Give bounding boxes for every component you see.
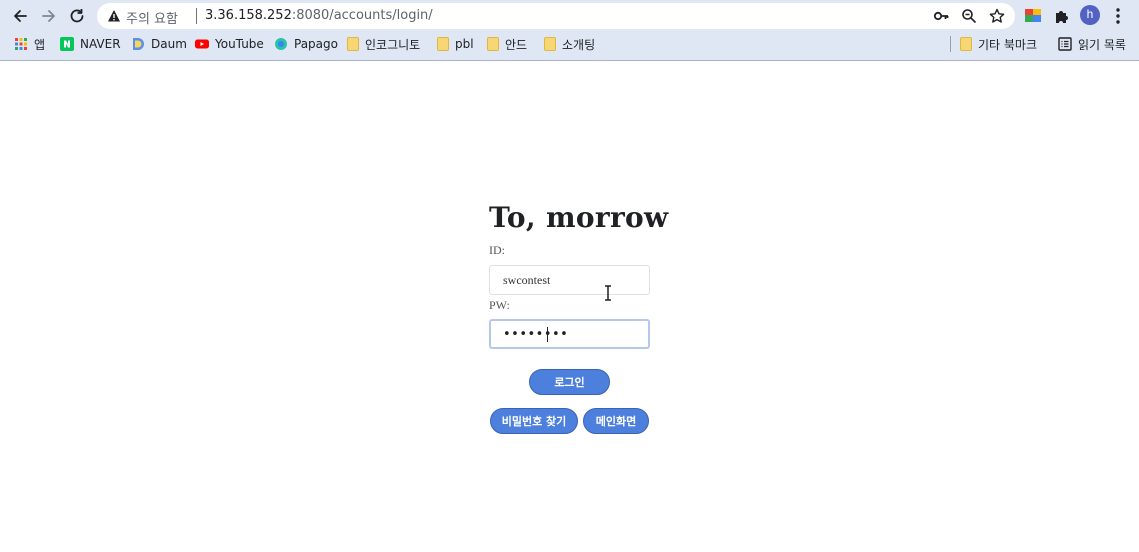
browser-menu-icon[interactable] <box>1114 7 1122 25</box>
warning-icon[interactable] <box>107 9 121 23</box>
bookmark-label: 안드 <box>505 37 528 52</box>
naver-icon <box>60 37 74 51</box>
find-password-button[interactable]: 비밀번호 찾기 <box>490 408 578 434</box>
security-status-label[interactable]: 주의 요함 <box>126 8 178 27</box>
bookmark-label: 소개팅 <box>562 37 596 52</box>
folder-icon <box>544 37 556 51</box>
back-button[interactable] <box>9 5 31 27</box>
bookmarks-separator <box>950 36 951 52</box>
browser-chrome: 주의 요함 3.36.158.252:8080/accounts/login/ … <box>0 0 1139 61</box>
url-text[interactable]: 3.36.158.252:8080/accounts/login/ <box>205 8 433 23</box>
forward-button[interactable] <box>38 5 60 27</box>
pw-label: PW: <box>489 298 510 312</box>
extensions-puzzle-icon[interactable] <box>1053 7 1071 25</box>
bookmark-label: Papago <box>294 37 338 51</box>
folder-icon <box>487 37 499 51</box>
site-title: To, morrow <box>489 201 669 234</box>
bookmark-folder-pbl[interactable]: pbl <box>437 35 474 53</box>
bookmark-label: pbl <box>455 37 474 51</box>
bookmark-label: 앱 <box>34 37 46 52</box>
reading-list-icon <box>1058 37 1072 51</box>
bookmark-label: 인코그니토 <box>365 37 421 52</box>
omnibox-separator <box>196 8 197 24</box>
password-key-icon[interactable] <box>933 8 949 24</box>
bookmark-apps[interactable]: 앱 <box>14 35 45 53</box>
id-input[interactable] <box>489 265 650 295</box>
bookmark-daum[interactable]: Daum <box>131 35 187 53</box>
url-path: :8080/accounts/login/ <box>291 8 433 23</box>
bookmark-label: NAVER <box>80 37 121 51</box>
bookmark-youtube[interactable]: YouTube <box>195 35 264 53</box>
pw-masked-value: •••••••• <box>503 327 569 342</box>
reading-list-button[interactable]: 읽기 목록 <box>1058 35 1126 53</box>
url-host: 3.36.158.252 <box>205 8 292 23</box>
bookmark-label: Daum <box>151 37 187 51</box>
bookmarks-bar: 앱 NAVER Daum YouTube Papago 인코그니토 pbl 안드… <box>0 33 1139 55</box>
back-arrow-icon <box>14 10 27 22</box>
bookmark-label: 읽기 목록 <box>1078 37 1126 52</box>
forward-arrow-icon <box>42 10 55 22</box>
bookmark-star-icon[interactable] <box>989 8 1005 24</box>
folder-icon <box>347 37 359 51</box>
bookmark-folder-blind-date[interactable]: 소개팅 <box>544 35 595 53</box>
papago-icon <box>275 38 287 50</box>
bookmark-papago[interactable]: Papago <box>274 35 338 53</box>
bookmark-label: 기타 북마크 <box>978 37 1038 52</box>
bookmark-label: YouTube <box>215 37 264 51</box>
bookmark-folder-incognito[interactable]: 인코그니토 <box>347 35 420 53</box>
profile-avatar[interactable]: h <box>1080 5 1100 25</box>
text-cursor-icon <box>605 285 611 301</box>
folder-icon <box>437 37 449 51</box>
browser-toolbar: 주의 요함 3.36.158.252:8080/accounts/login/ … <box>0 0 1139 32</box>
id-label: ID: <box>489 243 505 257</box>
bookmark-other-folder[interactable]: 기타 북마크 <box>960 35 1037 53</box>
login-button[interactable]: 로그인 <box>529 369 610 395</box>
bookmark-folder-android[interactable]: 안드 <box>487 35 527 53</box>
reload-button[interactable] <box>66 5 88 27</box>
address-bar[interactable]: 주의 요함 3.36.158.252:8080/accounts/login/ <box>97 3 1015 29</box>
extension-colorful-icon[interactable] <box>1024 7 1042 25</box>
text-caret <box>547 327 548 342</box>
bookmark-naver[interactable]: NAVER <box>60 35 121 53</box>
apps-grid-icon <box>15 38 27 50</box>
youtube-icon <box>195 39 209 49</box>
folder-icon <box>960 37 972 51</box>
main-page-button[interactable]: 메인화면 <box>583 408 649 434</box>
daum-icon <box>133 38 144 50</box>
zoom-icon[interactable] <box>961 8 977 24</box>
reload-icon <box>70 9 84 23</box>
